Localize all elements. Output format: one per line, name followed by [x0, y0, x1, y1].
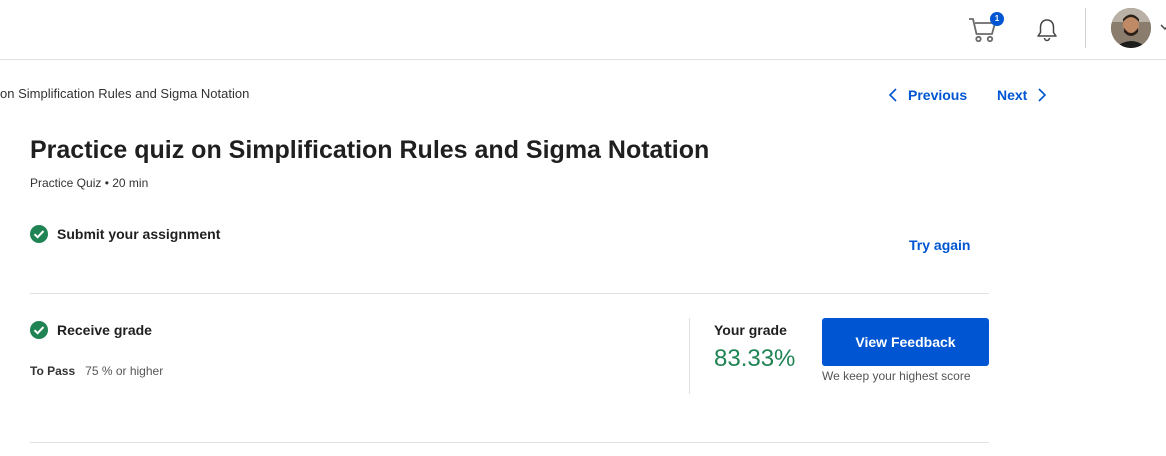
your-grade-label: Your grade: [714, 322, 787, 338]
cart-count-badge: 1: [990, 12, 1004, 26]
highest-score-note: We keep your highest score: [822, 369, 971, 383]
chevron-right-icon: [1038, 88, 1047, 102]
section-divider: [30, 442, 989, 443]
to-pass-label: To Pass: [30, 364, 76, 378]
breadcrumb[interactable]: on Simplification Rules and Sigma Notati…: [0, 86, 249, 101]
previous-label: Previous: [908, 87, 968, 103]
top-bar: 1: [0, 0, 1166, 60]
page-title: Practice quiz on Simplification Rules an…: [30, 136, 710, 164]
chevron-left-icon: [888, 88, 897, 102]
receive-grade-label: Receive grade: [57, 322, 152, 338]
submit-assignment-label: Submit your assignment: [57, 226, 221, 242]
cart-button[interactable]: 1: [968, 12, 1004, 46]
grade-value: 83.33%: [714, 345, 796, 372]
section-divider: [30, 293, 989, 294]
passing-requirement: To Pass 75 % or higher: [30, 364, 163, 378]
next-button[interactable]: Next: [997, 86, 1047, 104]
to-pass-value: 75 % or higher: [85, 364, 164, 378]
try-again-link[interactable]: Try again: [909, 237, 970, 253]
grade-divider: [689, 318, 690, 394]
check-circle-icon: [30, 321, 48, 339]
notifications-button[interactable]: [1034, 17, 1060, 43]
next-label: Next: [997, 87, 1028, 103]
quiz-meta: Practice Quiz • 20 min: [30, 176, 149, 190]
view-feedback-button[interactable]: View Feedback: [822, 318, 989, 366]
header-divider: [1085, 8, 1086, 48]
avatar[interactable]: [1111, 8, 1151, 48]
previous-button[interactable]: Previous: [888, 86, 967, 104]
chevron-down-icon[interactable]: [1160, 22, 1166, 32]
check-circle-icon: [30, 225, 48, 243]
bell-icon: [1037, 19, 1057, 42]
